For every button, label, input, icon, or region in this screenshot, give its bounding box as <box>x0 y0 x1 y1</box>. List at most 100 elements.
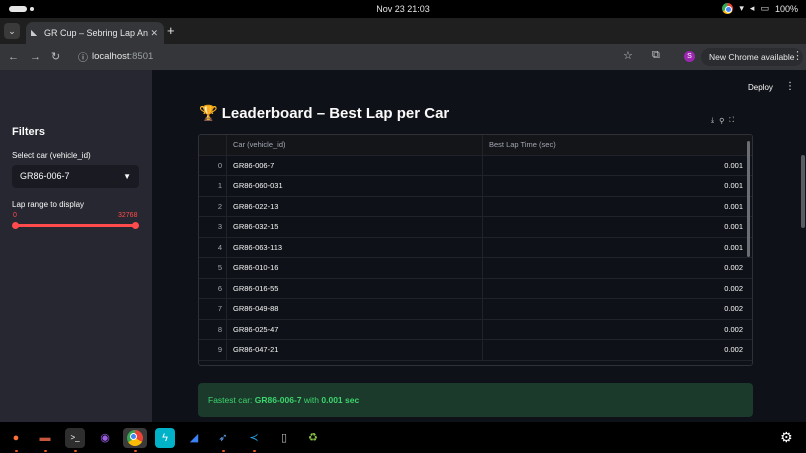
car-cell[interactable]: GR86-049-88 <box>227 299 483 320</box>
bookmark-star-icon[interactable]: ☆ <box>623 49 633 62</box>
best-lap-cell[interactable]: 0.002 <box>483 279 749 300</box>
reload-icon[interactable]: ↻ <box>51 49 60 65</box>
car-select[interactable]: GR86-006-7 ▼ <box>12 165 139 188</box>
car-cell[interactable]: GR86-016-55 <box>227 278 483 299</box>
chrome-icon[interactable] <box>123 428 147 448</box>
forward-icon[interactable]: → <box>30 49 41 65</box>
alert-prefix: Fastest car: <box>208 395 255 405</box>
table-row[interactable]: 2 GR86-022-13 0.001 <box>199 196 752 218</box>
car-cell[interactable]: GR86-025-47 <box>227 319 483 340</box>
main-menu-icon[interactable]: ⋮ <box>785 81 795 92</box>
sidebar-title: Filters <box>12 126 46 138</box>
row-index: 1 <box>199 176 227 197</box>
row-index: 0 <box>199 155 227 176</box>
firefox-icon[interactable]: ● <box>6 428 26 448</box>
url-text[interactable]: localhost:8501 <box>92 51 153 62</box>
best-lap-cell[interactable]: 0.001 <box>483 197 749 218</box>
best-lap-cell[interactable]: 0.001 <box>483 176 749 197</box>
running-indicator <box>15 450 18 452</box>
back-icon[interactable]: ← <box>8 49 19 65</box>
best-lap-cell[interactable]: 0.001 <box>483 238 749 259</box>
best-lap-cell[interactable]: 0.001 <box>483 156 749 177</box>
table-row[interactable]: 3 GR86-032-15 0.001 <box>199 217 752 238</box>
battery-percent: 100% <box>774 3 798 14</box>
address-bar[interactable]: ⓘ localhost:8501 <box>70 47 670 67</box>
table-row[interactable]: 9 GR86-047-21 0.002 <box>199 340 752 361</box>
row-index: 3 <box>199 217 227 238</box>
trash-icon[interactable]: ♻ <box>303 428 323 448</box>
slider-max-handle[interactable] <box>132 222 139 229</box>
fullscreen-icon[interactable]: ⛶ <box>729 117 734 125</box>
car-select-value: GR86-006-7 <box>20 171 70 181</box>
bird-icon[interactable]: ➶ <box>213 428 233 448</box>
streamlit-app: Filters Select car (vehicle_id) GR86-006… <box>0 70 806 422</box>
car-cell[interactable]: GR86-060-031 <box>227 176 483 197</box>
table-row[interactable]: 1 GR86-060-031 0.001 <box>199 176 752 197</box>
shark-icon[interactable]: ◢ <box>184 428 204 448</box>
system-tray[interactable]: ▾ ◂ ▭ 100% <box>722 3 798 14</box>
row-index: 7 <box>199 299 227 320</box>
leaderboard-table[interactable]: Car (vehicle_id) Best Lap Time (sec) 0 GR… <box>198 134 753 366</box>
new-tab-icon[interactable]: + <box>167 23 175 39</box>
volume-icon: ◂ <box>749 3 755 13</box>
tab-search-icon[interactable]: ⌄ <box>4 23 20 39</box>
dock: ● ▬ >_ ◉ ϟ ◢ ➶ ≺ ▯ ♻ ⚙ <box>0 422 806 453</box>
table-scrollbar[interactable] <box>747 141 750 257</box>
deploy-button[interactable]: Deploy <box>748 83 773 92</box>
best-lap-cell[interactable]: 0.001 <box>483 217 749 238</box>
search-icon[interactable]: ⚲ <box>719 117 724 125</box>
tor-icon[interactable]: ◉ <box>95 428 115 448</box>
car-cell[interactable]: GR86-047-21 <box>227 340 483 361</box>
car-cell[interactable]: GR86-006-7 <box>227 155 483 176</box>
vscode-icon[interactable]: ≺ <box>244 428 264 448</box>
system-clock[interactable]: Nov 23 21:03 <box>0 4 806 14</box>
extensions-icon[interactable]: ⧉ <box>652 49 660 62</box>
select-car-label: Select car (vehicle_id) <box>12 151 91 160</box>
slider-min-handle[interactable] <box>12 222 19 229</box>
car-cell[interactable]: GR86-063-113 <box>227 237 483 258</box>
table-row[interactable]: 7 GR86-049-88 0.002 <box>199 299 752 320</box>
chrome-tray-icon[interactable] <box>722 3 734 14</box>
car-cell[interactable]: GR86-022-13 <box>227 196 483 217</box>
car-cell[interactable]: GR86-032-15 <box>227 217 483 238</box>
best-lap-cell[interactable]: 0.002 <box>483 320 749 341</box>
files-icon[interactable]: ▬ <box>35 428 55 448</box>
car-cell[interactable]: GR86-010-16 <box>227 258 483 279</box>
column-header-time[interactable]: Best Lap Time (sec) <box>483 135 749 156</box>
table-row[interactable]: 8 GR86-025-47 0.002 <box>199 319 752 341</box>
best-lap-cell[interactable]: 0.002 <box>483 299 749 320</box>
settings-gear-icon[interactable]: ⚙ <box>780 429 793 446</box>
fastest-car-alert: Fastest car: GR86-006-7 with 0.001 sec <box>198 383 753 417</box>
column-header-car[interactable]: Car (vehicle_id) <box>227 135 483 156</box>
index-header <box>199 135 227 156</box>
site-info-icon[interactable]: ⓘ <box>78 49 88 64</box>
profile-avatar[interactable]: S <box>684 51 695 62</box>
table-row[interactable]: 0 GR86-006-7 0.001 <box>199 155 752 177</box>
best-lap-cell[interactable]: 0.002 <box>483 258 749 279</box>
best-lap-cell[interactable]: 0.002 <box>483 340 749 361</box>
running-indicator <box>44 450 47 452</box>
bolt-icon[interactable]: ϟ <box>155 428 175 448</box>
row-index: 2 <box>199 196 227 217</box>
row-index: 5 <box>199 258 227 279</box>
table-row[interactable]: 6 GR86-016-55 0.002 <box>199 278 752 300</box>
lap-range-label: Lap range to display <box>12 200 85 209</box>
chrome-menu-icon[interactable]: ⋮ <box>792 49 803 62</box>
alert-middle: with <box>301 395 322 405</box>
table-row[interactable]: 5 GR86-010-16 0.002 <box>199 258 752 279</box>
download-icon[interactable]: ⤓ <box>711 117 714 125</box>
terminal-icon[interactable]: >_ <box>65 428 85 448</box>
page-title: 🏆 Leaderboard – Best Lap per Car <box>199 104 449 122</box>
row-index: 4 <box>199 237 227 258</box>
table-row[interactable]: 4 GR86-063-113 0.001 <box>199 237 752 259</box>
lap-range-slider-track[interactable] <box>15 224 136 227</box>
new-chrome-available-button[interactable]: New Chrome available <box>701 48 803 66</box>
page-scrollbar[interactable] <box>801 155 805 228</box>
tab-close-icon[interactable]: ✕ <box>150 22 158 44</box>
row-index: 8 <box>199 319 227 340</box>
table-toolbar: ⤓ ⚲ ⛶ <box>711 117 734 125</box>
alert-time: 0.001 sec <box>321 395 360 405</box>
running-indicator <box>134 450 137 452</box>
drive-icon[interactable]: ▯ <box>274 428 294 448</box>
browser-tab[interactable]: ◣ GR Cup – Sebring Lap An ✕ <box>26 22 164 44</box>
